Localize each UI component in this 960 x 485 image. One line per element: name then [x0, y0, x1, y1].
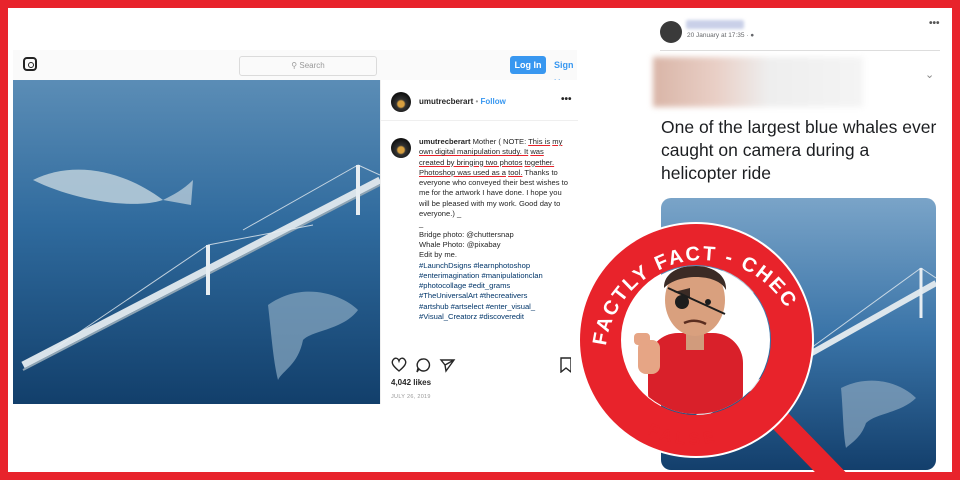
caption-avatar[interactable] — [391, 138, 411, 158]
bookmark-icon[interactable] — [560, 357, 572, 374]
avatar[interactable] — [391, 92, 411, 112]
hashtag-line[interactable]: #artshub #artselect #enter_visual_ — [419, 302, 569, 312]
post-header: umutrecberart • Follow — [419, 97, 506, 106]
bridge-credit: Bridge photo: @chuttersnap — [419, 229, 514, 239]
post-photo-whale-bridge — [13, 80, 380, 404]
instagram-post-sidebar: umutrecberart • Follow ••• umutrecberart… — [380, 80, 578, 404]
search-placeholder: Search — [299, 61, 325, 70]
caption-intro: Mother ( NOTE: — [472, 137, 529, 146]
hashtag-line[interactable]: #TheUniversalArt #thecreativers — [419, 291, 569, 301]
whale-bridge-image — [13, 80, 380, 404]
blurred-link-preview[interactable] — [653, 57, 863, 107]
edit-credit: Edit by me. — [419, 250, 457, 260]
search-input[interactable]: ⚲ Search — [239, 56, 377, 76]
caption-username[interactable]: umutrecberart — [419, 137, 470, 146]
comment-icon[interactable] — [416, 358, 431, 373]
more-options-icon[interactable]: ••• — [561, 94, 572, 105]
divider — [660, 50, 940, 51]
instagram-icon[interactable] — [23, 57, 37, 71]
post-date: 20 January at 17:35 · — [687, 32, 751, 39]
share-icon[interactable] — [439, 359, 456, 373]
factly-fact-check-stamp: FACTLY FACT - CHECK FALSE — [570, 201, 858, 485]
avatar[interactable] — [660, 21, 682, 43]
instagram-top-bar: ⚲ Search Log In Sign U — [13, 50, 577, 88]
divider — [381, 120, 578, 121]
more-options-icon[interactable]: ••• — [929, 18, 940, 29]
likes-count: 4,042 likes — [391, 378, 432, 387]
post-text: One of the largest blue whales ever caug… — [661, 117, 937, 183]
hashtag-line[interactable]: #Visual_Creatorz #discoveredit — [419, 312, 569, 322]
hashtag-line[interactable]: #LaunchDsigns #learnphotoshop — [419, 261, 569, 271]
heart-icon[interactable] — [391, 357, 407, 372]
whale-credit: Whale Photo: @pixabay — [419, 239, 501, 249]
hashtag-line[interactable]: #enterimagination #manipulationclan — [419, 271, 569, 281]
post-date: JULY 26, 2019 — [391, 394, 431, 400]
hashtag-line[interactable]: #photocollage #edit_grams — [419, 281, 569, 291]
caption-highlight: tool. — [508, 167, 523, 177]
follow-button[interactable]: Follow — [481, 97, 506, 106]
caption-highlight: This is — [528, 137, 551, 146]
globe-icon: ● — [750, 32, 755, 39]
caption-separator: _ — [419, 219, 424, 229]
username-link[interactable]: umutrecberart — [419, 97, 473, 106]
login-button[interactable]: Log In — [510, 56, 546, 74]
blurred-username[interactable] — [686, 20, 744, 29]
chevron-down-icon[interactable]: ⌄ — [925, 68, 934, 81]
caption-text: umutrecberart Mother ( NOTE: This is my … — [419, 137, 569, 322]
post-timestamp[interactable]: 20 January at 17:35 · ● — [687, 32, 754, 39]
post-actions — [391, 357, 572, 374]
